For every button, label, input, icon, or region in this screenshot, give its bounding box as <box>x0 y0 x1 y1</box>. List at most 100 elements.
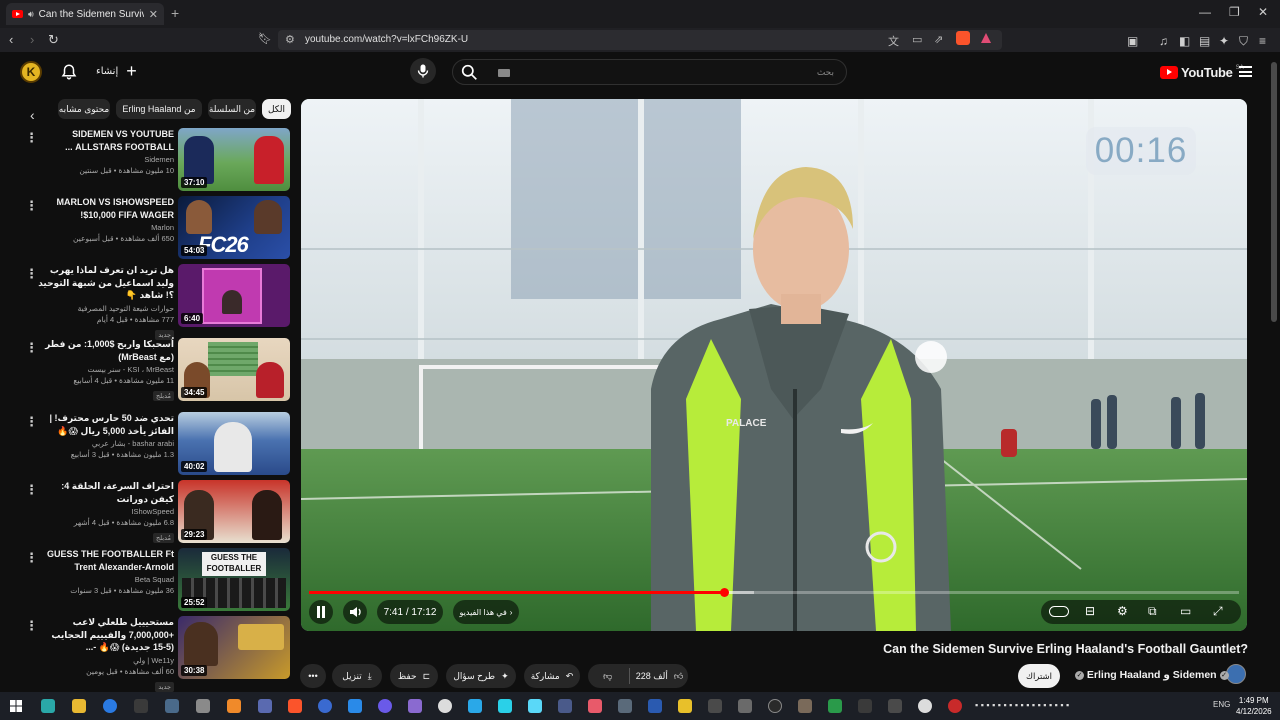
taskbar-app-icon[interactable] <box>103 699 117 713</box>
site-info-icon[interactable]: ⚙︎ <box>285 33 295 46</box>
share-page-icon[interactable]: ⇗ <box>934 33 943 46</box>
ask-button[interactable]: طرح سؤال ✦ <box>446 664 516 688</box>
create-button[interactable]: إنشاء + <box>96 62 137 80</box>
video-thumbnail[interactable]: 6:40 <box>178 264 290 327</box>
taskbar-app-icon[interactable] <box>318 699 332 713</box>
notifications-bell-icon[interactable] <box>60 63 78 81</box>
reload-button[interactable]: ↻ <box>48 32 59 48</box>
fullscreen-icon[interactable]: ⤢ <box>1213 604 1223 619</box>
taskbar-app-icon[interactable] <box>678 699 692 713</box>
more-actions-icon[interactable]: ⋮ <box>25 266 38 282</box>
more-actions-button[interactable]: ••• <box>300 664 326 688</box>
windows-start-icon[interactable] <box>10 700 22 712</box>
taskbar-app-icon[interactable] <box>858 699 872 713</box>
taskbar-app-icon[interactable] <box>165 699 179 713</box>
like-count[interactable]: 228 ألف <box>636 671 668 682</box>
brave-browser-icon[interactable] <box>288 699 302 713</box>
close-tab-icon[interactable]: ✕ <box>149 8 158 21</box>
dislike-button[interactable]: 👎︎ <box>593 671 623 682</box>
video-thumbnail[interactable]: FC26 54:03 <box>178 196 290 259</box>
subtitles-icon[interactable]: ⊟ <box>1085 604 1095 618</box>
video-player[interactable]: PALACE 00:16 7:41 / 17:12 في هذا الفيديو… <box>301 99 1247 631</box>
steam-icon[interactable] <box>438 699 452 713</box>
like-thumb-icon[interactable]: 👍︎ <box>674 671 683 682</box>
video-thumbnail[interactable]: GUESS THE FOOTBALLER 25:52 <box>178 548 290 611</box>
taskbar-app-icon[interactable] <box>468 699 482 713</box>
account-avatar[interactable]: K <box>20 61 42 83</box>
chips-scroll-left-icon[interactable]: ‹ <box>30 107 35 123</box>
taskbar-app-icon[interactable] <box>708 699 722 713</box>
channel-owners[interactable]: ✓ Erling Haaland و Sidemen ✓ <box>1075 669 1229 681</box>
page-scrollbar[interactable] <box>1271 62 1277 322</box>
search-box[interactable]: بحث <box>452 59 847 85</box>
forward-button[interactable]: › <box>30 32 34 47</box>
discord-icon[interactable] <box>378 699 392 713</box>
input-language[interactable]: ENG <box>1213 700 1230 709</box>
taskbar-app-icon[interactable] <box>41 699 55 713</box>
speaker-icon[interactable]: 🔊︎ <box>28 9 34 20</box>
brave-rewards-icon[interactable] <box>981 33 991 43</box>
taskbar-app-icon[interactable] <box>798 699 812 713</box>
more-actions-icon[interactable]: ⋮ <box>25 414 38 430</box>
chip-all[interactable]: الكل <box>262 99 291 119</box>
voice-search-button[interactable] <box>410 58 436 84</box>
save-button[interactable]: حفظ ⊏ <box>390 664 438 688</box>
back-button[interactable]: ‹ <box>9 32 13 47</box>
vpn-icon[interactable]: ⛉ <box>1239 34 1248 49</box>
list-item[interactable]: ⋮ GUESS THE FOOTBALLER Ft Trent Alexande… <box>20 548 292 612</box>
taskbar-app-icon[interactable] <box>588 699 602 713</box>
taskbar-app-icon[interactable] <box>918 699 932 713</box>
more-actions-icon[interactable]: ⋮ <box>25 550 38 566</box>
ea-app-icon[interactable] <box>768 699 782 713</box>
subscribe-button[interactable]: اشتراك <box>1018 664 1060 688</box>
taskbar-app-icon[interactable] <box>348 699 362 713</box>
settings-gear-icon[interactable]: ⚙︎ <box>1117 604 1128 618</box>
chip-related[interactable]: محتوى مشابه <box>58 99 110 119</box>
taskbar-app-icon[interactable] <box>528 699 542 713</box>
chip-from-haaland[interactable]: Erling Haaland من <box>116 99 202 119</box>
vlc-icon[interactable] <box>227 699 241 713</box>
close-window-button[interactable]: ✕ <box>1258 5 1268 19</box>
list-item[interactable]: ⋮ اُسحبكا واربح $1,000: من فطر (مع MrBea… <box>20 338 292 402</box>
taskbar-app-icon[interactable] <box>738 699 752 713</box>
keyboard-icon[interactable] <box>498 69 510 77</box>
taskbar-app-icon[interactable] <box>618 699 632 713</box>
minimize-button[interactable]: — <box>1199 5 1211 19</box>
file-explorer-icon[interactable] <box>72 699 86 713</box>
autoplay-toggle[interactable] <box>1049 606 1069 617</box>
bookmark-icon[interactable]: 🔖︎ <box>258 32 272 45</box>
sidebar-toggle-icon[interactable]: ◧ <box>1179 34 1190 48</box>
system-clock[interactable]: 1:49 PM 4/12/2026 <box>1236 695 1272 717</box>
taskbar-app-icon[interactable] <box>408 699 422 713</box>
browser-tab[interactable]: 🔊︎ Can the Sidemen Survive Erli ✕ <box>6 3 164 25</box>
list-item[interactable]: ⋮ هل تريد ان تعرف لماذا يهرب وليد اسماعي… <box>20 264 292 340</box>
share-button[interactable]: مشاركة ↶ <box>524 664 580 688</box>
brave-shields-icon[interactable] <box>956 31 970 45</box>
taskbar-app-icon[interactable] <box>828 699 842 713</box>
guide-menu-icon[interactable] <box>1239 66 1252 77</box>
pause-button[interactable] <box>309 600 333 624</box>
taskbar-app-icon[interactable] <box>498 699 512 713</box>
chapter-button[interactable]: في هذا الفيديو › <box>453 600 519 624</box>
more-actions-icon[interactable]: ⋮ <box>25 340 38 356</box>
video-thumbnail[interactable]: 37:10 <box>178 128 290 191</box>
channel-avatar[interactable] <box>1226 664 1246 684</box>
video-thumbnail[interactable]: 34:45 <box>178 338 290 401</box>
wallet-icon[interactable]: ▤ <box>1199 34 1210 48</box>
chip-series[interactable]: من السلسلة <box>208 99 256 119</box>
more-actions-icon[interactable]: ⋮ <box>25 198 38 214</box>
new-tab-button[interactable]: + <box>171 5 179 21</box>
tray-icons[interactable]: ▪ ▪ ▪ ▪ ▪ ▪ ▪ ▪ ▪ ▪ ▪ ▪ ▪ ▪ ▪ ▪ ▪ <box>975 700 1069 710</box>
list-item[interactable]: ⋮ SIDEMEN VS YOUTUBE ALLSTARS FOOTBALL .… <box>20 128 292 192</box>
volume-button[interactable] <box>343 600 367 624</box>
cast-player-icon[interactable]: ▭ <box>1180 604 1191 618</box>
more-actions-icon[interactable]: ⋮ <box>25 482 38 498</box>
screenshot-icon[interactable]: ▣ <box>1127 34 1138 48</box>
miniplayer-icon[interactable]: ⧉ <box>1148 604 1157 619</box>
epic-games-icon[interactable] <box>134 699 148 713</box>
taskbar-app-icon[interactable] <box>948 699 962 713</box>
taskbar-app-icon[interactable] <box>888 699 902 713</box>
taskbar-app-icon[interactable] <box>648 699 662 713</box>
leo-ai-icon[interactable]: ✦ <box>1219 34 1229 48</box>
list-item[interactable]: ⋮ تحدي ضد 50 حارس محترف! | الفائز يأخذ 5… <box>20 412 292 476</box>
